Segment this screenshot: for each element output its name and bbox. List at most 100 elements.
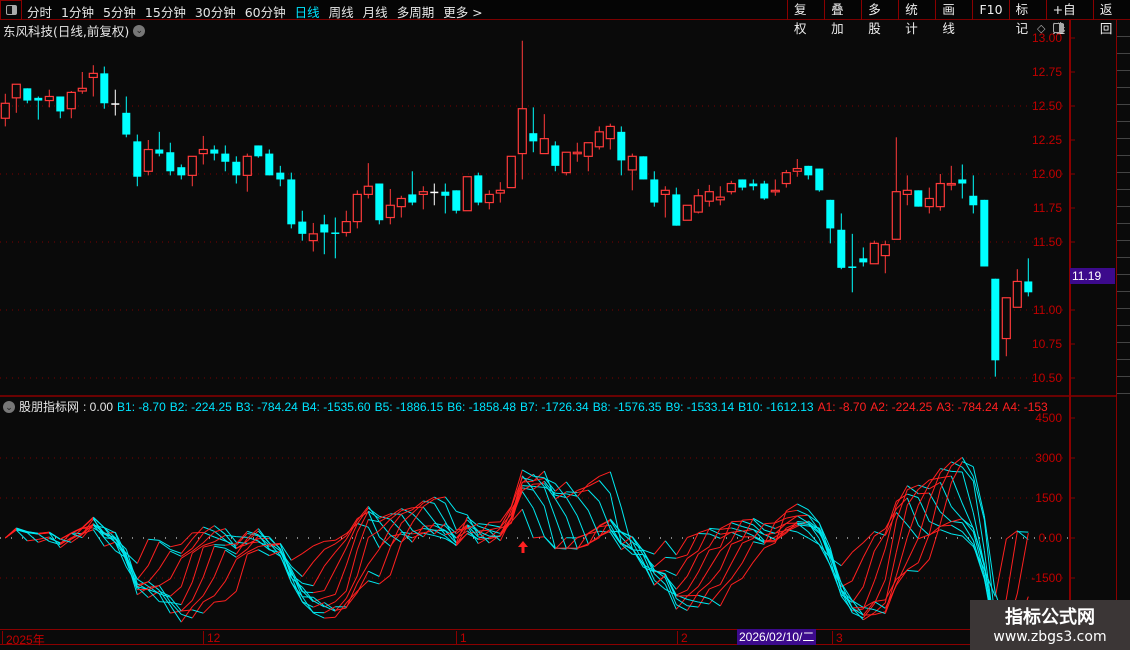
chart-canvas[interactable] (0, 0, 1130, 650)
candle[interactable] (276, 165, 285, 187)
candle[interactable] (958, 164, 967, 199)
candle[interactable] (914, 190, 923, 207)
candle[interactable] (815, 168, 824, 192)
candle[interactable] (1012, 269, 1022, 308)
candle[interactable] (572, 142, 582, 162)
candle[interactable] (749, 179, 758, 191)
candle[interactable] (529, 107, 538, 153)
candle[interactable] (627, 153, 637, 191)
candle[interactable] (506, 155, 516, 189)
candle[interactable] (111, 89, 120, 116)
candle[interactable] (594, 126, 604, 150)
candle[interactable] (320, 214, 329, 255)
right-side-panel[interactable] (1116, 20, 1130, 630)
candle[interactable] (650, 171, 659, 207)
candle[interactable] (77, 72, 87, 94)
candle[interactable] (210, 145, 219, 161)
candle[interactable] (418, 186, 428, 210)
candle[interactable] (1001, 297, 1011, 357)
candle[interactable] (122, 96, 131, 138)
candle[interactable] (430, 183, 439, 206)
candle[interactable] (232, 156, 241, 184)
candle[interactable] (484, 190, 494, 210)
chevron-down-icon[interactable]: ⌄ (3, 400, 15, 413)
candle[interactable] (672, 187, 681, 226)
candle[interactable] (474, 172, 483, 206)
candle-body (815, 168, 824, 191)
candle[interactable] (902, 175, 912, 206)
candle[interactable] (177, 164, 186, 180)
candle[interactable] (969, 175, 978, 214)
candle[interactable] (11, 83, 21, 113)
candle[interactable] (682, 204, 692, 221)
candle[interactable] (287, 172, 296, 229)
candle[interactable] (781, 169, 791, 188)
candle[interactable] (198, 135, 208, 165)
candle[interactable] (242, 153, 252, 192)
candle[interactable] (66, 91, 76, 119)
candle[interactable] (187, 155, 197, 187)
candle[interactable] (352, 190, 362, 229)
candle[interactable] (837, 213, 846, 270)
candle[interactable] (88, 65, 98, 97)
candle[interactable] (462, 176, 472, 212)
candle[interactable] (891, 137, 901, 240)
candle[interactable] (221, 145, 230, 172)
candle[interactable] (56, 96, 65, 119)
candle[interactable] (495, 182, 505, 203)
candle[interactable] (859, 247, 868, 267)
candle[interactable] (34, 96, 43, 120)
candle[interactable] (792, 159, 802, 177)
candle[interactable] (441, 183, 450, 214)
candle[interactable] (265, 149, 274, 176)
candle[interactable] (539, 114, 549, 155)
candle[interactable] (100, 66, 109, 109)
candle[interactable] (133, 134, 142, 187)
candle[interactable] (23, 88, 32, 104)
candle[interactable] (143, 140, 153, 176)
candle[interactable] (880, 240, 890, 274)
candle[interactable] (738, 179, 747, 191)
candle[interactable] (396, 195, 406, 218)
indicator-line-4-segment (334, 547, 347, 570)
candle[interactable] (848, 233, 857, 293)
candle[interactable] (869, 240, 879, 265)
candle[interactable] (551, 141, 560, 172)
candle[interactable] (715, 186, 725, 206)
candle[interactable] (935, 174, 945, 211)
candle[interactable] (826, 199, 835, 244)
candle[interactable] (308, 222, 318, 252)
candle[interactable] (44, 89, 54, 108)
candle[interactable] (693, 188, 703, 214)
candle[interactable] (385, 188, 395, 225)
candle[interactable] (804, 165, 813, 180)
candle[interactable] (375, 183, 384, 225)
candle[interactable] (561, 151, 571, 176)
candle[interactable] (924, 187, 934, 214)
candle[interactable] (704, 184, 714, 207)
candle[interactable] (254, 145, 263, 158)
candle[interactable] (980, 199, 989, 267)
candle[interactable] (331, 217, 340, 259)
candle[interactable] (639, 156, 648, 180)
candle[interactable] (660, 186, 670, 218)
candle[interactable] (298, 210, 307, 241)
candle[interactable] (408, 171, 417, 206)
candle[interactable] (726, 180, 736, 195)
candle[interactable] (0, 93, 10, 127)
candle[interactable] (166, 142, 175, 176)
candle[interactable] (155, 131, 164, 157)
candle[interactable] (946, 165, 956, 191)
candle[interactable] (583, 142, 593, 172)
candle[interactable] (760, 180, 769, 200)
candle[interactable] (363, 163, 373, 199)
candle[interactable] (517, 40, 527, 180)
candle[interactable] (770, 179, 780, 196)
candle[interactable] (452, 190, 461, 214)
candle[interactable] (617, 126, 626, 176)
candle[interactable] (1024, 258, 1033, 297)
indicator-b9-value: B9: -1533.14 (665, 399, 735, 414)
candle[interactable] (605, 123, 615, 150)
candle[interactable] (341, 210, 351, 237)
candle[interactable] (991, 278, 1000, 377)
